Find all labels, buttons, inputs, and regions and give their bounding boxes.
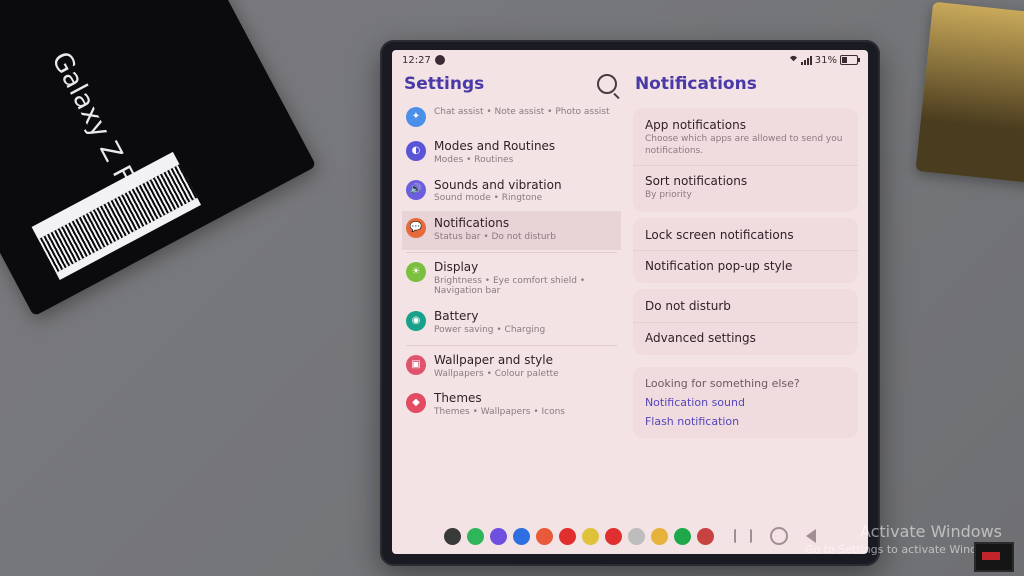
watermark-line1: Activate Windows — [805, 522, 1002, 541]
dock-app-icon[interactable] — [467, 528, 484, 545]
wifi-icon — [789, 54, 798, 66]
battery-text: 31% — [815, 55, 837, 66]
settings-row-subtitle: Wallpapers • Colour palette — [434, 369, 617, 380]
settings-row-icon: ◉ — [406, 311, 426, 331]
settings-title: Settings — [404, 74, 484, 94]
settings-row-subtitle: Themes • Wallpapers • Icons — [434, 407, 617, 418]
card-row-title: Do not disturb — [645, 299, 846, 313]
settings-row[interactable]: ◉ BatteryPower saving • Charging — [402, 304, 621, 343]
background-object — [915, 2, 1024, 185]
card-row-title: Sort notifications — [645, 174, 846, 188]
card-row-subtitle: Choose which apps are allowed to send yo… — [645, 134, 846, 157]
card-row-title: Lock screen notifications — [645, 228, 846, 242]
settings-row-title: Modes and Routines — [434, 140, 617, 154]
card-row[interactable]: Lock screen notifications — [633, 220, 858, 250]
status-time: 12:27 — [402, 55, 431, 66]
settings-row[interactable]: 🔊 Sounds and vibrationSound mode • Ringto… — [402, 173, 621, 212]
activate-watermark: Activate Windows Go to Settings to activ… — [805, 522, 1002, 556]
settings-row-icon: ✦ — [406, 107, 426, 127]
card-row[interactable]: Advanced settings — [633, 322, 858, 353]
dock — [392, 524, 868, 548]
dock-app-icon[interactable] — [697, 528, 714, 545]
settings-row-icon: ▣ — [406, 355, 426, 375]
settings-row-icon: ◐ — [406, 141, 426, 161]
dock-app-icon[interactable] — [444, 528, 461, 545]
product-box: Galaxy Z Fold6 — [0, 0, 316, 316]
settings-row-subtitle: Sound mode • Ringtone — [434, 193, 617, 204]
dock-app-icon[interactable] — [582, 528, 599, 545]
looking-heading: Looking for something else? — [645, 377, 846, 390]
battery-icon — [840, 55, 858, 65]
tablet-device: 12:27 31% Settings — [380, 40, 880, 566]
separator — [406, 252, 617, 253]
settings-card: Do not disturb Advanced settings — [633, 289, 858, 355]
settings-row[interactable]: ◆ ThemesThemes • Wallpapers • Icons — [402, 386, 621, 425]
settings-list: ✦ Chat assist • Note assist • Photo assis… — [402, 100, 621, 554]
dock-app-icon[interactable] — [513, 528, 530, 545]
separator — [406, 345, 617, 346]
settings-row[interactable]: ▣ Wallpaper and styleWallpapers • Colour … — [402, 348, 621, 387]
dock-app-icon[interactable] — [674, 528, 691, 545]
settings-pane: Settings ✦ Chat assist • Note assist • Ph… — [392, 68, 627, 554]
detail-pane: Notifications App notifications Choose wh… — [627, 68, 868, 554]
settings-card: Lock screen notifications Notification po… — [633, 218, 858, 284]
dock-app-icon[interactable] — [490, 528, 507, 545]
card-row[interactable]: Sort notifications By priority — [633, 165, 858, 210]
settings-row[interactable]: ✦ Chat assist • Note assist • Photo assis… — [402, 100, 621, 134]
settings-row-subtitle: Chat assist • Note assist • Photo assist — [434, 107, 617, 118]
settings-row-title: Display — [434, 261, 617, 275]
card-row-title: Advanced settings — [645, 331, 846, 345]
settings-row-title: Sounds and vibration — [434, 179, 617, 193]
settings-card: App notifications Choose which apps are a… — [633, 108, 858, 212]
settings-row-title: Wallpaper and style — [434, 354, 617, 368]
settings-row[interactable]: 💬 NotificationsStatus bar • Do not distur… — [402, 211, 621, 250]
settings-row-icon: ◆ — [406, 393, 426, 413]
detail-title: Notifications — [633, 72, 858, 98]
dock-app-icon[interactable] — [651, 528, 668, 545]
settings-row[interactable]: ☀ DisplayBrightness • Eye comfort shield … — [402, 255, 621, 304]
link-flash-notification[interactable]: Flash notification — [645, 415, 846, 428]
dock-app-icon[interactable] — [559, 528, 576, 545]
nav-bar — [734, 527, 816, 545]
nav-home-icon[interactable] — [770, 527, 788, 545]
card-row[interactable]: App notifications Choose which apps are a… — [633, 110, 858, 165]
settings-row-title: Themes — [434, 392, 617, 406]
card-row[interactable]: Notification pop-up style — [633, 250, 858, 281]
card-row-title: App notifications — [645, 118, 846, 132]
screen: 12:27 31% Settings — [392, 50, 868, 554]
dock-app-icon[interactable] — [536, 528, 553, 545]
settings-row-title: Notifications — [434, 217, 617, 231]
watermark-line2: Go to Settings to activate Windows. — [805, 543, 1002, 556]
settings-row-title: Battery — [434, 310, 617, 324]
card-row-subtitle: By priority — [645, 190, 846, 201]
settings-row-icon: 🔊 — [406, 180, 426, 200]
settings-row-subtitle: Status bar • Do not disturb — [434, 232, 617, 243]
settings-row-icon: ☀ — [406, 262, 426, 282]
settings-row-icon: 💬 — [406, 218, 426, 238]
status-bar: 12:27 31% — [392, 50, 868, 68]
link-notification-sound[interactable]: Notification sound — [645, 396, 846, 409]
settings-row-subtitle: Power saving • Charging — [434, 325, 617, 336]
notification-dot-icon — [435, 55, 445, 65]
dock-app-icon[interactable] — [605, 528, 622, 545]
nav-recent-icon[interactable] — [734, 529, 752, 543]
settings-row-subtitle: Brightness • Eye comfort shield • Naviga… — [434, 276, 617, 298]
channel-logo — [974, 542, 1014, 572]
settings-row-subtitle: Modes • Routines — [434, 155, 617, 166]
settings-row[interactable]: ◐ Modes and RoutinesModes • Routines — [402, 134, 621, 173]
card-row[interactable]: Do not disturb — [633, 291, 858, 321]
dock-app-icon[interactable] — [628, 528, 645, 545]
looking-card: Looking for something else? Notification… — [633, 367, 858, 438]
signal-icon — [801, 56, 812, 65]
search-icon[interactable] — [597, 74, 617, 94]
card-row-title: Notification pop-up style — [645, 259, 846, 273]
